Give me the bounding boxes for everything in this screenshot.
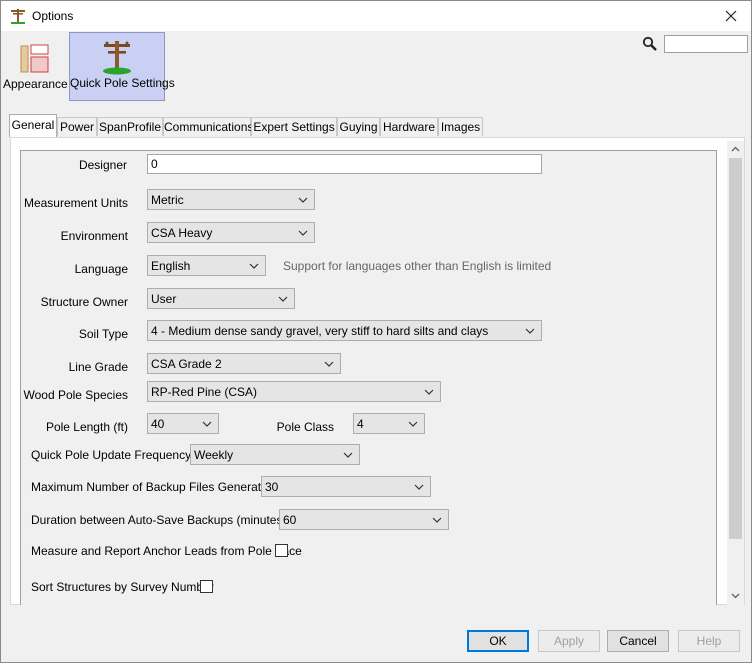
line-grade-select[interactable]: CSA Grade 2: [147, 353, 341, 374]
autosave-duration-select[interactable]: 60: [279, 509, 449, 530]
tab-label: General: [11, 118, 55, 132]
tab-spanprofile[interactable]: SpanProfile: [97, 117, 163, 136]
close-icon: [725, 10, 737, 22]
tab-general[interactable]: General: [9, 114, 57, 137]
measurement-units-value: Metric: [151, 193, 184, 207]
tab-power[interactable]: Power: [57, 117, 97, 136]
tab-hardware[interactable]: Hardware: [380, 117, 438, 136]
soil-type-label: Soil Type: [78, 327, 128, 341]
chevron-down-icon: [298, 230, 308, 236]
chevron-down-icon: [424, 389, 434, 395]
update-frequency-select[interactable]: Weekly: [190, 444, 360, 465]
autosave-duration-value: 60: [283, 513, 297, 527]
chevron-down-icon: [278, 296, 288, 302]
pole-length-label: Pole Length (ft): [45, 420, 128, 434]
quick-pole-settings-category-button[interactable]: Quick Pole Settings: [69, 32, 175, 101]
language-select[interactable]: English: [147, 255, 266, 276]
pole-class-label: Pole Class: [276, 420, 334, 434]
pole-length-select[interactable]: 40: [147, 413, 219, 434]
pole-class-select[interactable]: 4: [353, 413, 425, 434]
environment-select[interactable]: CSA Heavy: [147, 222, 315, 243]
max-backups-select[interactable]: 30: [261, 476, 431, 497]
max-backups-value: 30: [265, 480, 279, 494]
tab-label: Power: [59, 120, 94, 134]
tab-guying[interactable]: Guying: [337, 117, 380, 136]
tab-label: Hardware: [382, 120, 436, 134]
update-frequency-value: Weekly: [194, 448, 234, 462]
close-button[interactable]: [711, 1, 751, 31]
vertical-scrollbar[interactable]: [727, 141, 744, 605]
chevron-down-icon: [408, 421, 418, 427]
measurement-units-label: Measurement Units: [23, 196, 128, 210]
tab-communications[interactable]: Communications: [163, 117, 254, 136]
appearance-category-button[interactable]: Appearance: [3, 32, 68, 101]
autosave-duration-label: Duration between Auto-Save Backups (minu…: [31, 513, 287, 527]
appearance-label: Appearance: [3, 77, 68, 91]
wood-pole-species-value: RP-Red Pine (CSA): [151, 385, 258, 399]
tab-label: Expert Settings: [253, 120, 335, 134]
anchor-leads-label: Measure and Report Anchor Leads from Pol…: [31, 544, 302, 558]
environment-label: Environment: [60, 229, 128, 243]
measurement-units-select[interactable]: Metric: [147, 189, 315, 210]
cancel-button[interactable]: Cancel: [607, 630, 669, 652]
sort-structures-label: Sort Structures by Survey Number: [31, 580, 214, 594]
apply-button[interactable]: Apply: [538, 630, 600, 652]
options-window: Options Appearance Quick Pole Settings G…: [0, 0, 752, 663]
structure-owner-select[interactable]: User: [147, 288, 295, 309]
structure-owner-label: Structure Owner: [40, 295, 128, 309]
environment-value: CSA Heavy: [151, 226, 213, 240]
anchor-leads-checkbox[interactable]: [275, 544, 288, 557]
chevron-down-icon: [432, 517, 442, 523]
line-grade-value: CSA Grade 2: [151, 357, 222, 371]
chevron-down-icon[interactable]: [730, 590, 741, 601]
pole-length-value: 40: [151, 417, 165, 431]
appearance-icon: [20, 44, 49, 73]
wood-pole-species-label: Wood Pole Species: [23, 388, 128, 402]
settings-form-panel: [20, 150, 717, 605]
chevron-down-icon: [525, 328, 535, 334]
soil-type-select[interactable]: 4 - Medium dense sandy gravel, very stif…: [147, 320, 542, 341]
structure-owner-value: User: [151, 292, 177, 306]
chevron-down-icon: [298, 197, 308, 203]
sort-structures-checkbox[interactable]: [200, 580, 213, 593]
search-input[interactable]: [664, 35, 748, 53]
chevron-down-icon: [324, 361, 334, 367]
tab-expert-settings[interactable]: Expert Settings: [251, 117, 337, 136]
language-value: English: [151, 259, 191, 273]
utility-pole-icon: [11, 9, 25, 24]
tab-label: SpanProfile: [98, 120, 162, 134]
chevron-down-icon: [202, 421, 212, 427]
title-bar: Options: [1, 1, 751, 31]
tab-label: Images: [440, 120, 481, 134]
chevron-down-icon: [249, 263, 259, 269]
soil-type-value: 4 - Medium dense sandy gravel, very stif…: [151, 324, 489, 338]
designer-label: Designer: [78, 158, 127, 172]
chevron-down-icon: [343, 452, 353, 458]
search-icon: [642, 36, 657, 51]
tab-label: Guying: [339, 120, 378, 134]
help-button[interactable]: Help: [678, 630, 740, 652]
chevron-down-icon: [414, 484, 424, 490]
ok-button[interactable]: OK: [467, 630, 529, 652]
tab-label: Communications: [164, 120, 254, 134]
language-hint: Support for languages other than English…: [283, 259, 552, 273]
utility-pole-icon: [103, 41, 131, 75]
scrollbar-thumb[interactable]: [729, 158, 742, 539]
window-title: Options: [32, 9, 74, 23]
wood-pole-species-select[interactable]: RP-Red Pine (CSA): [147, 381, 441, 402]
tab-images[interactable]: Images: [438, 117, 483, 136]
line-grade-label: Line Grade: [68, 360, 128, 374]
pole-class-value: 4: [357, 417, 364, 431]
designer-field[interactable]: 0: [147, 154, 542, 174]
update-frequency-label: Quick Pole Update Frequency: [31, 448, 192, 462]
language-label: Language: [74, 262, 128, 276]
chevron-up-icon[interactable]: [730, 144, 741, 155]
quick-pole-settings-label: Quick Pole Settings: [70, 76, 175, 90]
max-backups-label: Maximum Number of Backup Files Generated: [31, 480, 275, 494]
